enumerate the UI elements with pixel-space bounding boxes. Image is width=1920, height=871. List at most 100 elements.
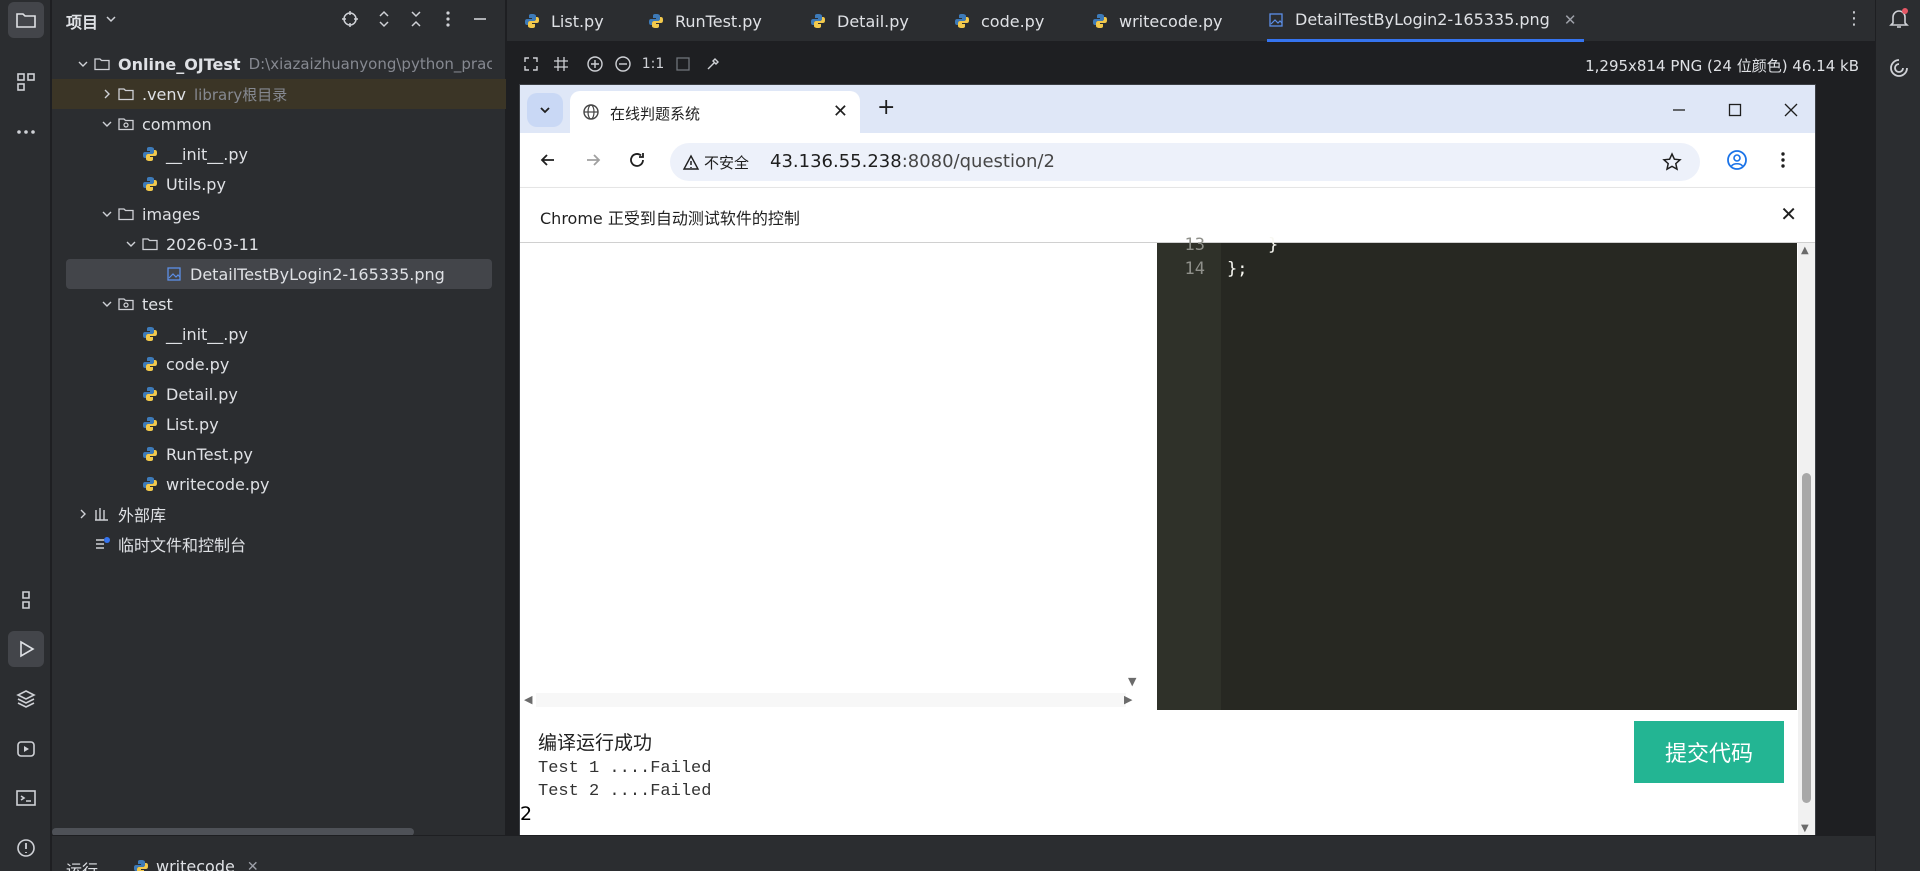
url-text[interactable]: 43.136.55.238:8080/question/2 [770, 151, 1055, 172]
close-icon[interactable]: ✕ [1780, 202, 1797, 226]
window-close-icon[interactable] [1776, 95, 1806, 125]
scroll-up-arrow-icon[interactable]: ▲ [1801, 245, 1809, 256]
maximize-icon[interactable] [1720, 95, 1750, 125]
locate-icon[interactable] [340, 9, 360, 29]
profile-icon[interactable] [1724, 147, 1750, 173]
code-editor[interactable]: 13 14 } }; [1157, 235, 1797, 710]
color-picker-icon[interactable] [703, 54, 723, 74]
browser-menu-icon[interactable] [1770, 147, 1796, 173]
tree-item-detail[interactable]: Detail.py [66, 379, 492, 409]
scroll-left-arrow-icon[interactable]: ◀ [524, 693, 532, 706]
scrollbar-thumb[interactable] [1802, 473, 1811, 803]
options-icon[interactable] [438, 9, 458, 29]
hide-icon[interactable] [470, 9, 490, 29]
scroll-down-arrow-icon[interactable]: ▼ [1801, 823, 1809, 834]
tree-item-runtest[interactable]: RunTest.py [66, 439, 492, 469]
problems-tool-button[interactable] [8, 830, 44, 866]
submit-code-button[interactable]: 提交代码 [1634, 721, 1784, 783]
ai-assistant-icon [1890, 59, 1908, 77]
scroll-right-arrow-icon[interactable]: ▶ [1124, 693, 1132, 706]
tab-code-py[interactable]: code.py [953, 0, 1044, 42]
bookmark-star-icon[interactable] [1662, 152, 1682, 172]
project-panel-title[interactable]: 项目 [66, 9, 98, 33]
project-tool-button[interactable] [8, 2, 44, 38]
services-tool-button[interactable] [8, 731, 44, 767]
tabs-more-icon[interactable]: ⋮ [1845, 8, 1863, 29]
minimize-icon[interactable] [1664, 95, 1694, 125]
terminal-tool-button[interactable] [8, 780, 44, 816]
background-toggle-icon[interactable] [673, 54, 693, 74]
tree-item-utils[interactable]: Utils.py [66, 169, 492, 199]
tree-item-writecode[interactable]: writecode.py [66, 469, 492, 499]
activity-bar [0, 0, 51, 871]
run-tab-writecode[interactable]: writecode ✕ [132, 857, 259, 871]
fit-zoom-icon[interactable] [521, 54, 541, 74]
chevron-right-icon[interactable] [98, 85, 116, 103]
zoom-out-icon[interactable] [613, 54, 633, 74]
chevron-down-icon[interactable] [98, 205, 116, 223]
run-tool-label[interactable]: 运行 [66, 857, 98, 871]
tab-runtest-py[interactable]: RunTest.py [647, 0, 762, 42]
python-file-icon [140, 174, 160, 194]
forward-icon[interactable] [580, 147, 606, 173]
tree-item-test[interactable]: test [66, 289, 492, 319]
actual-size-button[interactable]: 1:1 [639, 54, 667, 74]
tree-item-date-folder[interactable]: 2026-03-11 [66, 229, 492, 259]
run-icon [20, 640, 35, 658]
result-line: Test 2 ....Failed [538, 782, 712, 801]
address-bar[interactable]: 不安全 43.136.55.238:8080/question/2 [670, 143, 1700, 181]
tree-item-venv[interactable]: .venv library根目录 [52, 79, 506, 109]
chevron-down-icon[interactable] [98, 115, 116, 133]
close-icon[interactable]: ✕ [833, 101, 848, 122]
problem-description-pane[interactable]: ▼ ◀ ▶ [520, 243, 1140, 713]
tree-item-common[interactable]: common [66, 109, 492, 139]
chevron-right-icon[interactable] [74, 505, 92, 523]
close-icon[interactable]: ✕ [1564, 11, 1577, 29]
ai-assistant-button[interactable] [1885, 54, 1913, 82]
more-tools-button[interactable] [8, 114, 44, 150]
expand-all-icon[interactable] [374, 9, 394, 29]
back-icon[interactable] [535, 147, 561, 173]
tab-detail-py[interactable]: Detail.py [809, 0, 909, 42]
chevron-down-icon[interactable] [122, 235, 140, 253]
tree-item-label: __init__.py [166, 144, 249, 164]
chevron-down-icon[interactable] [98, 295, 116, 313]
python-file-icon [140, 444, 160, 464]
zoom-in-icon[interactable] [585, 54, 605, 74]
tree-item-code[interactable]: code.py [66, 349, 492, 379]
structure-tool-button[interactable] [8, 64, 44, 100]
tree-item-scratches[interactable]: 临时文件和控制台 [66, 529, 492, 559]
tab-detail-png[interactable]: DetailTestByLogin2-165335.png ✕ [1267, 0, 1585, 42]
code-line[interactable]: }; [1227, 259, 1247, 279]
new-tab-icon[interactable]: + [877, 95, 895, 120]
scroll-down-arrow-icon[interactable]: ▼ [1128, 675, 1136, 688]
browser-tab[interactable]: 在线判题系统 ✕ [570, 91, 860, 133]
services-icon [17, 741, 35, 757]
tree-item-init-common[interactable]: __init__.py [66, 139, 492, 169]
insecure-badge[interactable]: 不安全 [682, 152, 749, 173]
tree-item-init-test[interactable]: __init__.py [66, 319, 492, 349]
layers-tool-button[interactable] [8, 681, 44, 717]
chevron-down-icon[interactable] [74, 55, 92, 73]
tab-list-py[interactable]: List.py [523, 0, 604, 42]
tree-item-external-libraries[interactable]: 外部库 [66, 499, 492, 529]
tab-writecode-py[interactable]: writecode.py [1091, 0, 1223, 42]
grid-icon[interactable] [551, 54, 571, 74]
reload-icon[interactable] [624, 147, 650, 173]
page-vertical-scrollbar[interactable]: ▲ ▼ [1798, 243, 1815, 840]
problem-horizontal-scrollbar[interactable] [536, 693, 1126, 707]
tree-item-images[interactable]: images [66, 199, 492, 229]
collapse-all-icon[interactable] [406, 9, 426, 29]
python-console-icon [22, 591, 30, 609]
tree-item-png[interactable]: DetailTestByLogin2-165335.png [66, 259, 492, 289]
python-file-icon [647, 11, 667, 31]
tree-item-list[interactable]: List.py [66, 409, 492, 439]
python-console-button[interactable] [8, 582, 44, 618]
close-icon[interactable]: ✕ [247, 859, 259, 871]
tab-search-button[interactable] [527, 93, 563, 127]
code-line[interactable]: } [1227, 235, 1278, 255]
tree-item-root[interactable]: Online_OJTest D:\xiazaizhuanyong\python_… [66, 49, 492, 79]
chevron-down-icon[interactable] [104, 12, 118, 26]
run-tool-button[interactable] [8, 631, 44, 667]
notifications-button[interactable] [1885, 4, 1913, 32]
